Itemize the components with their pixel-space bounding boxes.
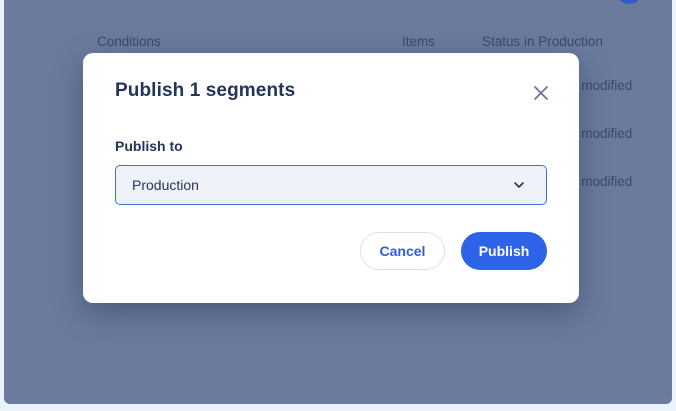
close-button[interactable] [529, 81, 553, 105]
column-header-items: Items [402, 34, 436, 49]
close-icon [534, 86, 548, 100]
table-row-status: d modified [570, 174, 633, 189]
chevron-down-icon [514, 182, 524, 188]
column-header-status: Status in Production [482, 34, 603, 49]
cancel-button[interactable]: Cancel [360, 232, 445, 270]
publish-dialog: Publish 1 segments Publish to Production… [83, 53, 579, 303]
dialog-title: Publish 1 segments [115, 80, 296, 101]
select-value: Production [132, 177, 199, 193]
column-header-conditions: Conditions [97, 34, 161, 49]
table-row-status: d modified [570, 78, 633, 93]
publish-button[interactable]: Publish [461, 232, 547, 270]
avatar[interactable] [616, 0, 642, 4]
publish-to-label: Publish to [115, 138, 183, 154]
publish-to-select[interactable]: Production [115, 165, 547, 205]
table-row-status: d modified [570, 126, 633, 141]
